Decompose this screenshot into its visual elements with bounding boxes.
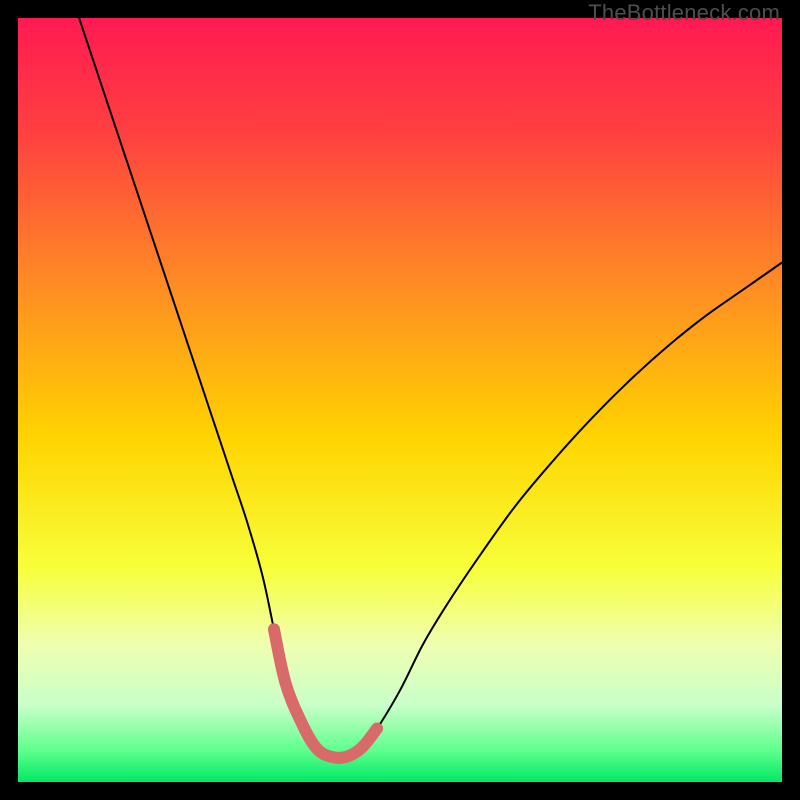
chart-frame <box>18 18 782 782</box>
bottleneck-curve <box>79 18 782 758</box>
watermark-text: TheBottleneck.com <box>588 0 780 26</box>
plot-area <box>18 18 782 782</box>
optimal-range-highlight <box>274 629 377 758</box>
curve-layer <box>18 18 782 782</box>
